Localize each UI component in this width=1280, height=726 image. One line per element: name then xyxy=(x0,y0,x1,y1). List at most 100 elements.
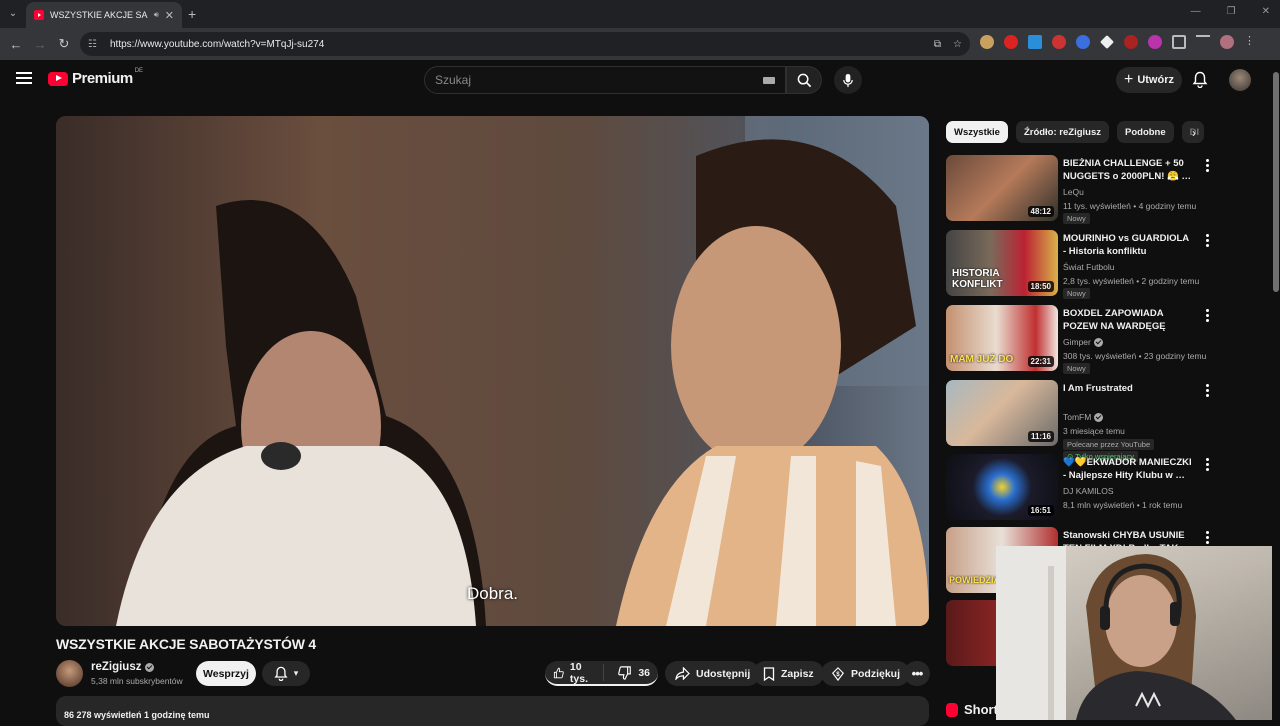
create-button[interactable]: + Utwórz xyxy=(1116,67,1182,93)
share-label: Udostępnij xyxy=(696,667,751,680)
recommendation-meta: 308 tys. wyświetleń • 23 godziny temu xyxy=(1063,351,1207,361)
puzzle-icon[interactable] xyxy=(1172,35,1186,49)
notifications-button[interactable] xyxy=(1192,71,1208,93)
more-vertical-icon[interactable] xyxy=(1206,384,1209,397)
more-vertical-icon[interactable] xyxy=(1206,309,1209,322)
new-badge: Nowy xyxy=(1063,288,1090,299)
recommendation-item[interactable]: 48:12 BIEŻNIA CHALLENGE + 50 NUGGETS o 2… xyxy=(946,155,1218,224)
voice-search-button[interactable] xyxy=(834,66,862,94)
extension-icon[interactable] xyxy=(1004,35,1018,49)
back-icon[interactable]: ← xyxy=(4,37,28,52)
browser-menu-icon[interactable]: ⋮ xyxy=(1244,35,1255,49)
more-vertical-icon[interactable] xyxy=(1206,159,1209,172)
search-button[interactable] xyxy=(786,66,822,94)
recommendation-title: BIEŻNIA CHALLENGE + 50 NUGGETS o 2000PLN… xyxy=(1063,158,1191,182)
install-icon[interactable]: ⧉ xyxy=(934,39,941,50)
chip-source[interactable]: Źródło: reZigiusz xyxy=(1015,121,1109,143)
recommendation-title: MOURINHO vs GUARDIOLA - Historia konflik… xyxy=(1063,233,1189,257)
share-icon xyxy=(675,667,690,680)
keyboard-icon[interactable] xyxy=(763,76,775,84)
extension-icon[interactable] xyxy=(1052,35,1066,49)
subscriber-count: 5,38 mln subskrybentów xyxy=(91,676,183,686)
duration-badge: 22:31 xyxy=(1027,356,1054,367)
like-button[interactable]: 10 tys. xyxy=(545,661,605,685)
more-actions-button[interactable]: ••• xyxy=(904,661,930,686)
tab-search-icon[interactable]: ⌄ xyxy=(4,5,22,23)
video-thumbnail[interactable]: 11:16 xyxy=(946,380,1058,446)
recommendation-item[interactable]: 11:16 I Am Frustrated TomFM 3 miesiące t… xyxy=(946,380,1218,462)
more-vertical-icon[interactable] xyxy=(1206,458,1209,471)
page-scrollbar[interactable] xyxy=(1272,64,1280,720)
share-button[interactable]: Udostępnij xyxy=(665,661,761,686)
minimize-icon[interactable]: — xyxy=(1191,6,1201,17)
recommendation-meta: 8,1 mln wyświetleń • 1 rok temu xyxy=(1063,500,1183,510)
close-window-icon[interactable]: ✕ xyxy=(1262,6,1270,17)
more-vertical-icon[interactable] xyxy=(1206,234,1209,247)
channel-avatar[interactable] xyxy=(56,660,83,687)
channel-name: DJ KAMILOS xyxy=(1063,486,1114,496)
video-thumbnail[interactable]: 48:12 xyxy=(946,155,1058,221)
new-tab-button[interactable]: + xyxy=(188,6,196,22)
more-vertical-icon[interactable] xyxy=(1206,531,1209,544)
extension-icon[interactable] xyxy=(1124,35,1138,49)
thumbs-down-icon xyxy=(618,665,632,680)
browser-tab[interactable]: WSZYSTKIE AKCJE SABOTA 🔊︎ ✕ xyxy=(26,2,182,28)
forward-icon[interactable]: → xyxy=(28,37,52,52)
chip-all[interactable]: Wszystkie xyxy=(946,121,1008,143)
channel-name: Gimper xyxy=(1063,337,1091,347)
thanks-button[interactable]: $ Podziękuj xyxy=(821,661,911,686)
extension-icon[interactable] xyxy=(1148,35,1162,49)
channel-name: Świat Futbolu xyxy=(1063,262,1115,272)
reload-icon[interactable]: ↻ xyxy=(52,36,76,52)
scrollbar-thumb[interactable] xyxy=(1273,72,1279,292)
video-thumbnail[interactable]: MAM JUŻ DO 22:31 xyxy=(946,305,1058,371)
recommendation-item[interactable]: 16:51 💙💛EKWADOR MANIECZKI - Najlepsze Hi… xyxy=(946,454,1218,520)
youtube-premium-logo[interactable]: Premium DE xyxy=(48,68,145,87)
shorts-icon xyxy=(946,702,958,717)
thumbs-up-icon xyxy=(553,667,564,678)
notification-bell-button[interactable]: ▾ xyxy=(262,661,310,686)
extension-icon[interactable] xyxy=(1076,35,1090,49)
video-frame xyxy=(56,116,929,626)
recommendation-item[interactable]: HISTORIA KONFLIKT 18:50 MOURINHO vs GUAR… xyxy=(946,230,1218,299)
dislike-button[interactable]: 36 xyxy=(610,665,658,680)
close-tab-icon[interactable]: ✕ xyxy=(165,9,174,22)
url-bar[interactable]: ☷ https://www.youtube.com/watch?v=MTqJj-… xyxy=(80,32,970,56)
extensions-bar: ⋮ xyxy=(980,35,1255,49)
channel-name: LeQu xyxy=(1063,187,1084,197)
chevron-right-icon[interactable]: › xyxy=(1192,126,1196,140)
video-player[interactable]: Dobra. xyxy=(56,116,929,626)
duration-badge: 48:12 xyxy=(1027,206,1054,217)
site-info-icon[interactable]: ☷ xyxy=(88,39,102,50)
description-box[interactable]: 86 278 wyświetleń 1 godzinę temu xyxy=(56,696,929,726)
profile-avatar[interactable] xyxy=(1220,35,1234,49)
account-avatar[interactable] xyxy=(1229,69,1251,91)
tab-search-panel-icon[interactable] xyxy=(1196,35,1210,49)
extension-icon[interactable] xyxy=(980,35,994,49)
browser-tab-strip: ⌄ WSZYSTKIE AKCJE SABOTA 🔊︎ ✕ + — ❐ ✕ xyxy=(0,0,1280,28)
recommendation-item[interactable]: MAM JUŻ DO 22:31 BOXDEL ZAPOWIADA POZEW … xyxy=(946,305,1218,374)
video-thumbnail[interactable]: HISTORIA KONFLIKT 18:50 xyxy=(946,230,1058,296)
search-input[interactable]: Szukaj xyxy=(424,66,786,94)
recommendation-channel: LeQu xyxy=(1063,187,1084,197)
recommendation-channel: Świat Futbolu xyxy=(1063,262,1115,272)
verified-icon xyxy=(145,662,155,672)
logo-text: Premium xyxy=(72,70,133,87)
youtube-header: Premium DE Szukaj + Utwórz xyxy=(0,60,1280,100)
bookmark-star-icon[interactable]: ☆ xyxy=(953,39,962,50)
extension-icon[interactable] xyxy=(1028,35,1042,49)
duration-badge: 16:51 xyxy=(1027,505,1054,516)
like-dislike-group: 10 tys. 36 xyxy=(545,661,658,686)
support-button[interactable]: Wesprzyj xyxy=(196,661,256,686)
extension-icon[interactable] xyxy=(1100,35,1114,49)
channel-name-row[interactable]: reZigiusz xyxy=(91,661,155,673)
thumbnail-text: POWIEDZIA xyxy=(949,575,1000,585)
save-button[interactable]: Zapisz xyxy=(753,661,824,686)
video-thumbnail[interactable]: 16:51 xyxy=(946,454,1058,520)
save-label: Zapisz xyxy=(781,667,814,680)
bookmark-icon xyxy=(763,666,775,681)
hamburger-menu-icon[interactable] xyxy=(16,72,32,84)
restore-icon[interactable]: ❐ xyxy=(1227,6,1236,17)
chip-related[interactable]: Podobne xyxy=(1117,121,1174,143)
channel-name[interactable]: reZigiusz xyxy=(91,661,141,673)
